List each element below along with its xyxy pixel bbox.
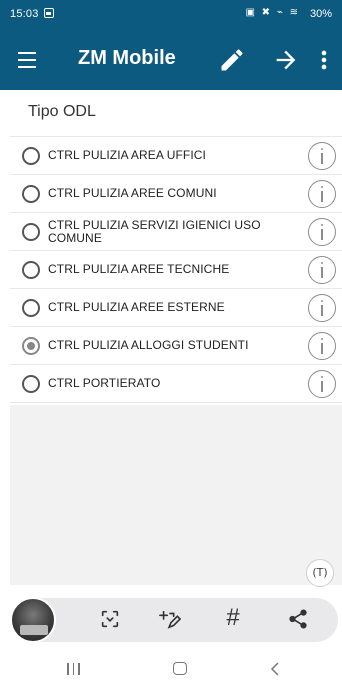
- list-item[interactable]: CTRL PULIZIA SERVIZI IGIENICI USO COMUNE: [10, 213, 342, 251]
- radio-button[interactable]: [22, 298, 40, 317]
- empty-content-area: [10, 405, 342, 585]
- text-extract-icon[interactable]: (T): [306, 559, 334, 587]
- list-item-label: CTRL PULIZIA AREE TECNICHE: [48, 262, 230, 276]
- list-item[interactable]: CTRL PULIZIA AREE COMUNI: [10, 175, 342, 213]
- info-icon[interactable]: [308, 255, 336, 284]
- info-icon[interactable]: [308, 331, 336, 360]
- screenshot-thumbnail[interactable]: [10, 597, 56, 643]
- list-item-label: CTRL PULIZIA AREE COMUNI: [48, 186, 217, 200]
- info-icon[interactable]: [308, 293, 336, 322]
- info-icon[interactable]: [308, 369, 336, 398]
- list-item-label: CTRL PULIZIA AREE ESTERNE: [48, 300, 225, 314]
- section-title: Tipo ODL: [28, 103, 96, 120]
- list-item-label: CTRL PULIZIA ALLOGGI STUDENTI: [48, 338, 249, 352]
- status-time: 15:03: [10, 8, 39, 20]
- app-bar: ZM Mobile: [0, 30, 342, 90]
- pencil-icon[interactable]: [218, 46, 246, 74]
- more-vert-icon[interactable]: [316, 46, 332, 74]
- radio-button[interactable]: [22, 184, 40, 203]
- back-icon[interactable]: [270, 661, 280, 682]
- info-icon[interactable]: [308, 179, 336, 208]
- list-item-label: CTRL PORTIERATO: [48, 376, 161, 390]
- recents-icon[interactable]: [67, 662, 84, 680]
- battery-level: 30%: [309, 8, 332, 20]
- menu-icon[interactable]: [18, 52, 38, 68]
- add-tag-icon[interactable]: [155, 604, 185, 636]
- system-status-icons: ▣ ✖ ⌁ ≋: [245, 7, 300, 18]
- list-item[interactable]: CTRL PULIZIA AREE ESTERNE: [10, 289, 342, 327]
- arrow-right-icon[interactable]: [272, 46, 300, 74]
- hashtag-icon[interactable]: #: [218, 602, 248, 634]
- list-item-label: CTRL PULIZIA SERVIZI IGIENICI USO COMUNE: [48, 217, 261, 245]
- radio-button[interactable]: [22, 260, 40, 279]
- radio-button[interactable]: [22, 374, 40, 393]
- odl-type-list: CTRL PULIZIA AREA UFFICI CTRL PULIZIA AR…: [10, 136, 342, 403]
- info-icon[interactable]: [308, 141, 336, 170]
- list-item[interactable]: CTRL PULIZIA AREE TECNICHE: [10, 251, 342, 289]
- radio-button[interactable]: [22, 146, 40, 165]
- status-bar: 15:03 ▣ ✖ ⌁ ≋ 30%: [0, 0, 342, 30]
- list-item-label: CTRL PULIZIA AREA UFFICI: [48, 148, 206, 162]
- scan-icon[interactable]: [95, 604, 125, 636]
- list-item[interactable]: CTRL PORTIERATO: [10, 365, 342, 403]
- radio-button[interactable]: [22, 222, 40, 241]
- home-icon[interactable]: [173, 662, 187, 675]
- gallery-notification-icon: [44, 8, 54, 18]
- radio-button-selected[interactable]: [22, 336, 40, 355]
- list-item[interactable]: CTRL PULIZIA ALLOGGI STUDENTI: [10, 327, 342, 365]
- app-title: ZM Mobile: [78, 47, 176, 69]
- share-icon[interactable]: [283, 604, 313, 636]
- system-nav-bar: [0, 648, 342, 684]
- info-icon[interactable]: [308, 217, 336, 246]
- list-item[interactable]: CTRL PULIZIA AREA UFFICI: [10, 137, 342, 175]
